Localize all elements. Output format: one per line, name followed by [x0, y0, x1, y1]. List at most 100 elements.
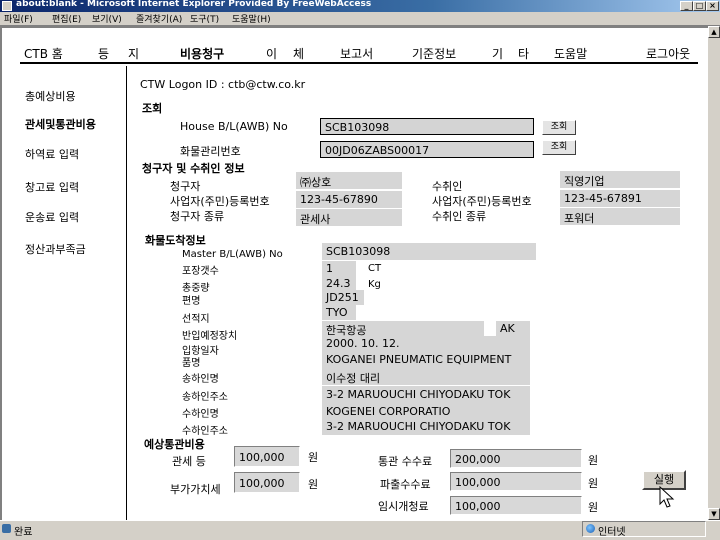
nav-etc-2[interactable]: 타 — [518, 45, 529, 62]
costs-section-heading: 예상통관비용 — [144, 438, 205, 451]
claimant-label: 청구자 — [170, 180, 201, 193]
shipper-address-value: 3-2 MARUOUCHI CHIYODAKU TOK — [322, 386, 530, 403]
menu-help[interactable]: 도움말(H) — [232, 12, 271, 25]
agent-fee-label: 파출수수료 — [380, 478, 431, 491]
temp-open-fee-input[interactable]: 100,000 — [450, 496, 582, 515]
warehouse-value: 한국항공 — [322, 321, 484, 337]
nav-history-2[interactable]: 체 — [293, 45, 304, 62]
menu-file[interactable]: 파일(F) — [4, 12, 33, 25]
search-section-heading: 조회 — [142, 102, 163, 115]
vat-currency: 원 — [308, 478, 319, 491]
payee-reg-value: 123-45-67891 — [560, 190, 680, 207]
status-text: 완료 — [14, 527, 33, 538]
menu-favorites[interactable]: 즐겨찾기(A) — [136, 12, 182, 25]
master-bl-value: SCB103098 — [322, 243, 536, 260]
vat-label: 부가가치세 — [170, 483, 221, 496]
loading-port-value: TYO — [322, 305, 356, 320]
customs-label: 관세 등 — [172, 455, 206, 468]
scroll-down-icon[interactable]: ▼ — [708, 508, 720, 520]
master-bl-label: Master B/L(AWB) No — [182, 249, 283, 260]
claimant-type-value: 관세사 — [296, 209, 402, 226]
sidebar-item-total-cost[interactable]: 총예상비용 — [25, 88, 76, 104]
nav-divider — [20, 62, 698, 64]
vertical-scrollbar[interactable] — [708, 26, 720, 520]
menu-view[interactable]: 보기(V) — [92, 12, 122, 25]
warehouse-code: AK — [496, 321, 530, 337]
nav-history-1[interactable]: 이 — [266, 45, 277, 62]
scroll-up-icon[interactable]: ▲ — [708, 26, 720, 38]
consignee-address-value: 3-2 MARUOUCHI CHIYODAKU TOK — [322, 418, 530, 435]
agent-fee-currency: 원 — [588, 477, 599, 490]
logon-id-text: CTW Logon ID : ctb@ctw.co.kr — [140, 78, 306, 91]
sidebar-item-storage[interactable]: 창고료 입력 — [25, 179, 79, 195]
nav-etc-1[interactable]: 기 — [492, 45, 503, 62]
packages-unit: CT — [368, 263, 382, 274]
cargo-no-search-button[interactable]: 조회 — [542, 140, 576, 155]
customs-currency: 원 — [308, 451, 319, 464]
clearance-fee-currency: 원 — [588, 454, 599, 467]
house-bl-input[interactable]: SCB103098 — [320, 118, 534, 135]
nav-register-2[interactable]: 지 — [128, 45, 139, 62]
house-bl-label: House B/L(AWB) No — [180, 120, 288, 133]
loading-port-label: 선적지 — [182, 314, 210, 325]
clearance-fee-input[interactable]: 200,000 — [450, 449, 582, 468]
consignee-address-label: 수하인주소 — [182, 426, 228, 437]
sidebar-item-transport[interactable]: 운송료 입력 — [25, 209, 79, 225]
nav-help[interactable]: 도움말 — [554, 45, 587, 62]
menu-tools[interactable]: 도구(T) — [190, 12, 219, 25]
internet-zone-icon — [586, 524, 595, 533]
payee-type-value: 포워더 — [560, 208, 680, 225]
minimize-icon[interactable]: _ — [680, 1, 693, 11]
item-name-label: 품명 — [182, 358, 201, 369]
menu-edit[interactable]: 편집(E) — [52, 12, 81, 25]
vat-input[interactable]: 100,000 — [234, 472, 300, 493]
shipper-label: 송하인명 — [182, 374, 219, 385]
payee-value: 직영기업 — [560, 171, 680, 188]
temp-open-fee-label: 임시개청료 — [378, 500, 429, 513]
payee-reg-label: 사업자(주민)등록번호 — [432, 195, 532, 208]
nav-register-1[interactable]: 등 — [98, 45, 109, 62]
nav-logout[interactable]: 로그아웃 — [646, 45, 690, 62]
sidebar-item-settlement[interactable]: 정산과부족금 — [25, 241, 86, 257]
sidebar-item-handling[interactable]: 하역료 입력 — [25, 146, 79, 162]
shipper-address-label: 송하인주소 — [182, 392, 228, 403]
mouse-pointer-icon — [659, 486, 675, 508]
warehouse-label: 반입예정장치 — [182, 331, 238, 342]
packages-label: 포장갯수 — [182, 266, 219, 277]
window-title: about:blank - Microsoft Internet Explore… — [16, 0, 372, 9]
packages-value: 1 — [322, 261, 356, 276]
temp-open-fee-currency: 원 — [588, 501, 599, 514]
consignee-label: 수하인명 — [182, 409, 219, 420]
claimant-value: ㈜상호 — [296, 172, 402, 189]
weight-value: 24.3 — [322, 276, 356, 291]
agent-fee-input[interactable]: 100,000 — [450, 472, 582, 491]
cargo-no-label: 화물관리번호 — [180, 145, 241, 158]
claimant-type-label: 청구자 종류 — [170, 210, 225, 223]
nav-master-data[interactable]: 기준정보 — [412, 45, 456, 62]
customs-input[interactable]: 100,000 — [234, 446, 300, 467]
payee-type-label: 수취인 종류 — [432, 210, 487, 223]
claimant-reg-label: 사업자(주민)등록번호 — [170, 195, 270, 208]
nav-ctb-home[interactable]: CTB 홈 — [24, 45, 63, 62]
sidebar-divider — [126, 66, 127, 520]
nav-report[interactable]: 보고서 — [340, 45, 373, 62]
house-bl-search-button[interactable]: 조회 — [542, 120, 576, 135]
flight-value: JD251 — [322, 290, 364, 305]
ie-window-icon — [2, 1, 12, 11]
parties-section-heading: 청구자 및 수취인 정보 — [142, 162, 245, 175]
payee-label: 수취인 — [432, 180, 463, 193]
nav-billing[interactable]: 비용청구 — [180, 45, 224, 62]
arrival-section-heading: 화물도착정보 — [145, 234, 206, 247]
security-zone-text: 인터넷 — [598, 527, 626, 538]
item-name-value: KOGANEI PNEUMATIC EQUIPMENT — [322, 351, 530, 368]
shipper-value: 이수정 대리 — [322, 368, 530, 385]
clearance-fee-label: 통관 수수료 — [378, 455, 433, 468]
close-icon[interactable]: × — [706, 1, 719, 11]
claimant-reg-value: 123-45-67890 — [296, 191, 402, 208]
flight-label: 편명 — [182, 296, 201, 307]
maximize-icon[interactable]: □ — [693, 1, 706, 11]
weight-unit: Kg — [368, 279, 381, 290]
arrival-date-value: 2000. 10. 12. — [322, 336, 530, 351]
sidebar-item-customs-cost[interactable]: 관세및통관비용 — [25, 116, 96, 132]
cargo-no-input[interactable]: 00JD06ZABS00017 — [320, 141, 534, 158]
